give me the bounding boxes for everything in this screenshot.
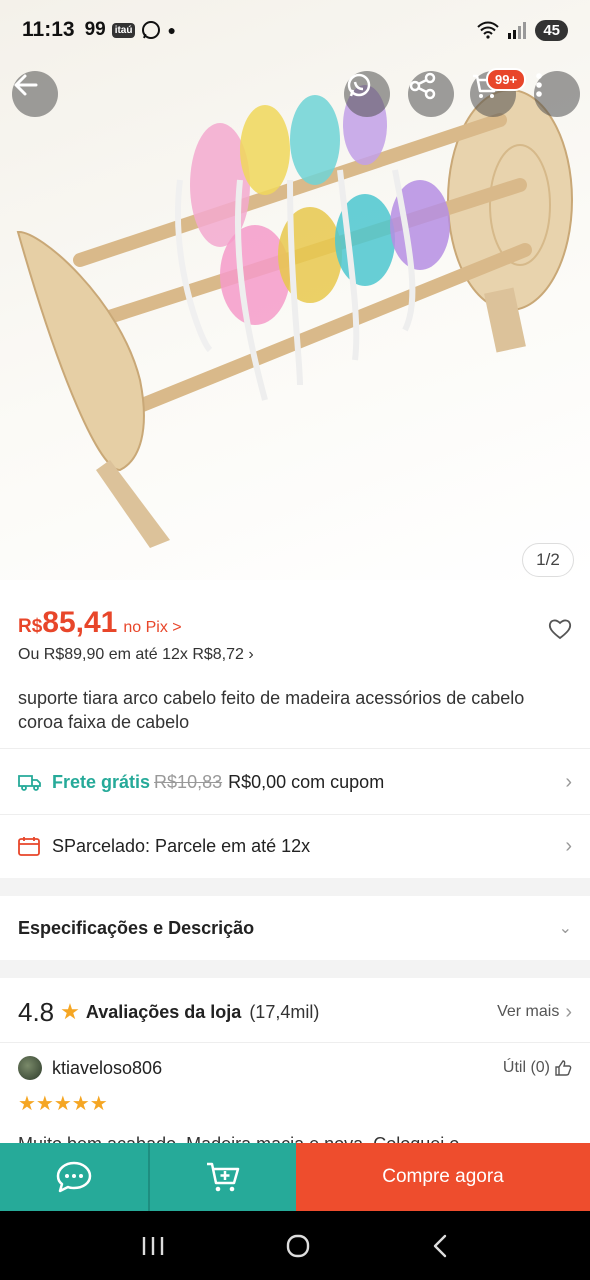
recent-apps-icon[interactable]	[140, 1234, 166, 1258]
price-currency: R$	[18, 616, 43, 637]
status-bar: 11:13 99 itaú ● 45	[0, 0, 590, 60]
free-shipping-label: Frete grátis	[52, 771, 151, 792]
review-stars: ★★★★★	[18, 1093, 108, 1115]
signal-icon	[508, 22, 527, 39]
installments-label: SParcelado: Parcele em até 12x	[52, 835, 311, 856]
pix-link[interactable]: no Pix >	[123, 619, 181, 637]
calendar-icon	[18, 837, 40, 856]
shipping-row[interactable]: Frete grátis R$10,83 R$0,00 com cupom ›	[0, 758, 590, 806]
shipping-old-price: R$10,83	[154, 771, 223, 792]
star-icon: ★	[60, 999, 80, 1024]
price-value: 85,41	[42, 606, 118, 639]
price-section: R$ 85,41 no Pix > Ou R$89,90 em até 12x …	[18, 606, 572, 664]
installments-row[interactable]: SParcelado: Parcele em até 12x ›	[0, 822, 590, 870]
status-time: 11:13	[22, 18, 75, 41]
home-icon[interactable]	[285, 1233, 311, 1259]
chevron-right-icon: ›	[565, 834, 572, 857]
chevron-right-icon: ›	[565, 1000, 572, 1023]
cart-badge: 99+	[486, 68, 527, 91]
whatsapp-icon	[347, 73, 371, 97]
chevron-down-icon: ⌄	[558, 920, 572, 937]
ratings-label: Avaliações da loja	[85, 1001, 242, 1022]
battery-level: 45	[535, 19, 568, 41]
wifi-icon	[477, 21, 500, 39]
more-vertical-icon	[536, 73, 542, 97]
add-to-cart-button[interactable]	[150, 1143, 296, 1211]
store-ratings-row[interactable]: 4.8 ★ Avaliações da loja (17,4mil) Ver m…	[0, 988, 590, 1036]
review-text: Muito bem acabado. Madeira macia e nova.…	[18, 1134, 460, 1144]
thumbs-up-icon[interactable]	[554, 1059, 572, 1077]
back-nav-icon[interactable]	[430, 1233, 450, 1259]
installment-link[interactable]: Ou R$89,90 em até 12x R$8,72 ›	[18, 646, 572, 664]
bank-icon: itaú	[111, 22, 136, 38]
see-more-link[interactable]: Ver mais	[497, 1003, 559, 1021]
rating-score: 4.8	[18, 996, 55, 1027]
system-nav-bar	[0, 1211, 590, 1280]
cart-plus-icon	[207, 1162, 240, 1192]
dot-icon: ●	[167, 22, 176, 38]
shipping-new-price: R$0,00 com cupom	[228, 771, 385, 792]
more-options-button[interactable]	[534, 71, 580, 117]
product-title: suporte tiara arco cabelo feito de madei…	[18, 688, 525, 732]
back-button[interactable]	[12, 71, 58, 117]
system-icons: 45	[477, 19, 568, 41]
chevron-right-icon: ›	[565, 770, 572, 793]
image-counter: 1/2	[522, 543, 574, 577]
bottom-action-bar: Compre agora	[0, 1143, 590, 1211]
notification-count: 99	[84, 19, 106, 40]
heart-icon[interactable]	[548, 618, 572, 640]
ratings-count: (17,4mil)	[249, 1001, 320, 1022]
chat-icon	[56, 1161, 92, 1193]
notification-icons: 99 itaú ●	[85, 19, 176, 41]
specs-row[interactable]: Especificações e Descrição ⌄	[0, 904, 590, 952]
truck-icon	[18, 775, 41, 791]
product-image[interactable]: 99+ 1/2	[0, 0, 590, 580]
useful-button[interactable]: Útil (0)	[503, 1059, 550, 1077]
buy-now-button[interactable]: Compre agora	[296, 1143, 590, 1211]
review-header: ktiaveloso806 Útil (0)	[18, 1056, 572, 1080]
arrow-left-icon	[14, 74, 38, 96]
specs-label: Especificações e Descrição	[18, 917, 255, 938]
share-icon	[409, 72, 436, 100]
whatsapp-status-icon	[142, 21, 161, 39]
review-username: ktiaveloso806	[52, 1057, 163, 1078]
avatar	[18, 1056, 42, 1080]
chat-button[interactable]	[0, 1143, 148, 1211]
whatsapp-share-button[interactable]	[344, 71, 390, 117]
share-button[interactable]	[408, 71, 454, 117]
